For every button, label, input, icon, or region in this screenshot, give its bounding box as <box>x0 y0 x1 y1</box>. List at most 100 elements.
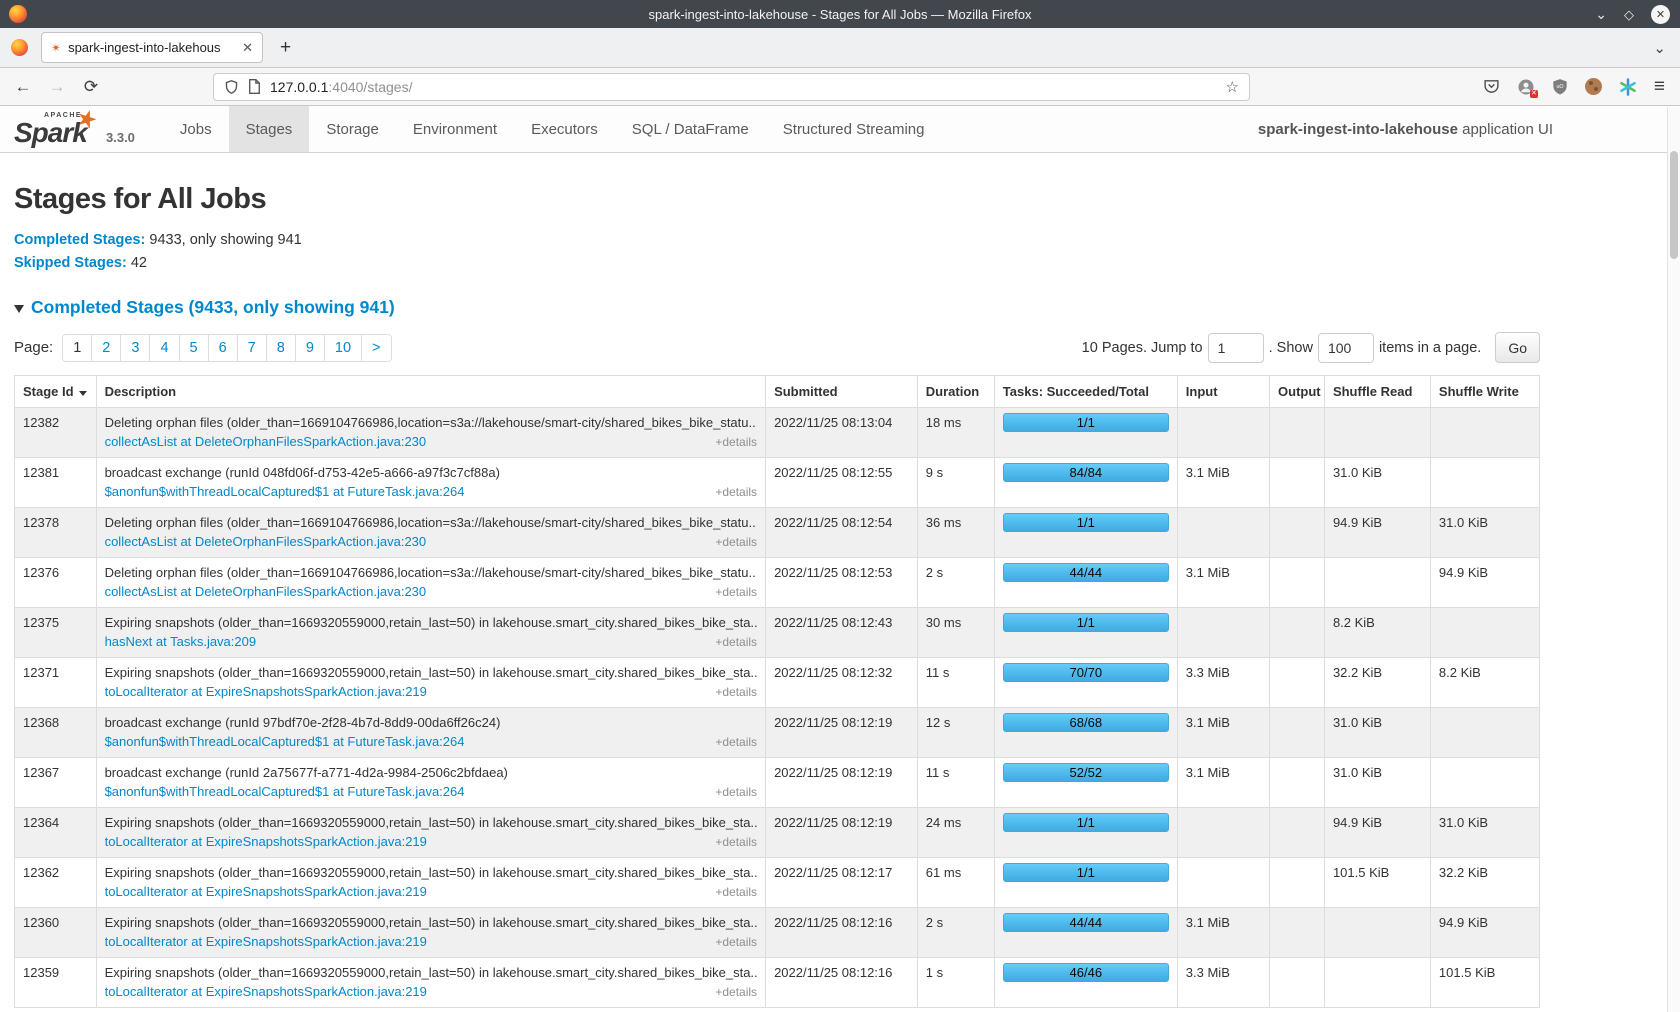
go-button[interactable]: Go <box>1495 332 1540 363</box>
details-toggle[interactable]: +details <box>715 633 757 652</box>
browser-tab[interactable]: ✴ spark-ingest-into-lakehous ✕ <box>41 32 263 63</box>
details-toggle[interactable]: +details <box>715 783 757 802</box>
shuffle-read-cell: 31.0 KiB <box>1324 458 1430 508</box>
output-cell <box>1270 758 1325 808</box>
page-item: 10 <box>325 334 362 362</box>
page-item: 6 <box>209 334 238 362</box>
page-button-10[interactable]: 10 <box>325 335 361 361</box>
column-header-input[interactable]: Input <box>1177 376 1269 408</box>
stage-detail-link[interactable]: toLocalIterator at ExpireSnapshotsSparkA… <box>105 832 427 851</box>
stage-detail-link[interactable]: $anonfun$withThreadLocalCaptured$1 at Fu… <box>105 482 465 501</box>
nav-tab-executors[interactable]: Executors <box>514 106 615 152</box>
stage-detail-link[interactable]: collectAsList at DeleteOrphanFilesSparkA… <box>105 432 427 451</box>
page-button-9[interactable]: 9 <box>296 335 324 361</box>
page-button-8[interactable]: 8 <box>267 335 295 361</box>
forward-button[interactable]: → <box>40 77 74 97</box>
details-toggle[interactable]: +details <box>715 583 757 602</box>
items-per-page-input[interactable] <box>1318 333 1374 363</box>
details-toggle[interactable]: +details <box>715 983 757 1002</box>
tab-close-icon[interactable]: ✕ <box>242 40 253 56</box>
stage-detail-link[interactable]: hasNext at Tasks.java:209 <box>105 632 257 651</box>
page-button-4[interactable]: 4 <box>150 335 178 361</box>
page-button-2[interactable]: 2 <box>92 335 120 361</box>
stage-detail-link[interactable]: $anonfun$withThreadLocalCaptured$1 at Fu… <box>105 782 465 801</box>
input-cell: 3.1 MiB <box>1177 708 1269 758</box>
details-toggle[interactable]: +details <box>715 883 757 902</box>
nav-tab-sql-dataframe[interactable]: SQL / DataFrame <box>615 106 766 152</box>
url-bar[interactable]: 127.0.0.1:4040/stages/ ☆ <box>213 73 1250 101</box>
output-cell <box>1270 508 1325 558</box>
column-header-output[interactable]: Output <box>1270 376 1325 408</box>
output-cell <box>1270 558 1325 608</box>
page-button-3[interactable]: 3 <box>121 335 149 361</box>
column-header-shuffle-read[interactable]: Shuffle Read <box>1324 376 1430 408</box>
stage-detail-link[interactable]: collectAsList at DeleteOrphanFilesSparkA… <box>105 582 427 601</box>
cookie-icon[interactable] <box>1585 78 1602 95</box>
stage-row-12360: 12360Expiring snapshots (older_than=1669… <box>15 908 1540 958</box>
submitted-cell: 2022/11/25 08:12:54 <box>766 508 918 558</box>
details-toggle[interactable]: +details <box>715 483 757 502</box>
details-toggle[interactable]: +details <box>715 533 757 552</box>
tabs-dropdown-icon[interactable]: ⌄ <box>1653 39 1666 57</box>
menu-hamburger-icon[interactable]: ≡ <box>1654 76 1665 98</box>
details-toggle[interactable]: +details <box>715 833 757 852</box>
output-cell <box>1270 408 1325 458</box>
column-header-tasks-succeeded-total[interactable]: Tasks: Succeeded/Total <box>994 376 1177 408</box>
column-header-description[interactable]: Description <box>96 376 765 408</box>
stage-description: Deleting orphan files (older_than=166910… <box>105 413 757 432</box>
section-title: Completed Stages (9433, only showing 941… <box>31 297 395 318</box>
input-cell: 3.3 MiB <box>1177 958 1269 1008</box>
column-header-shuffle-write[interactable]: Shuffle Write <box>1430 376 1539 408</box>
spark-logo[interactable]: APACHE Spark ★ <box>14 109 100 152</box>
stage-detail-link[interactable]: $anonfun$withThreadLocalCaptured$1 at Fu… <box>105 732 465 751</box>
column-header-duration[interactable]: Duration <box>917 376 994 408</box>
page-button-5[interactable]: 5 <box>180 335 208 361</box>
reload-button[interactable]: ⟳ <box>74 77 108 97</box>
bookmark-star-icon[interactable]: ☆ <box>1226 78 1239 96</box>
stage-detail-link[interactable]: toLocalIterator at ExpireSnapshotsSparkA… <box>105 882 427 901</box>
column-header-submitted[interactable]: Submitted <box>766 376 918 408</box>
shield-icon[interactable] <box>224 79 239 95</box>
skipped-stages-link[interactable]: Skipped Stages: <box>14 255 127 271</box>
stage-detail-link[interactable]: collectAsList at DeleteOrphanFilesSparkA… <box>105 532 427 551</box>
spark-navbar: APACHE Spark ★ 3.3.0 JobsStagesStorageEn… <box>0 106 1680 153</box>
details-toggle[interactable]: +details <box>715 433 757 452</box>
extension-asterisk-icon[interactable] <box>1619 78 1637 96</box>
completed-stages-section-header[interactable]: Completed Stages (9433, only showing 941… <box>14 297 1540 318</box>
shuffle-read-cell <box>1324 408 1430 458</box>
nav-tab-structured-streaming[interactable]: Structured Streaming <box>766 106 942 152</box>
jump-to-page-input[interactable] <box>1208 333 1264 363</box>
details-toggle[interactable]: +details <box>715 733 757 752</box>
page-button-6[interactable]: 6 <box>209 335 237 361</box>
nav-tab-jobs[interactable]: Jobs <box>163 106 229 152</box>
shuffle-write-cell <box>1430 608 1539 658</box>
ublock-shield-icon[interactable]: uO <box>1552 78 1568 95</box>
details-toggle[interactable]: +details <box>715 933 757 952</box>
stage-detail-link[interactable]: toLocalIterator at ExpireSnapshotsSparkA… <box>105 982 427 1001</box>
page-button-1[interactable]: 1 <box>63 335 91 361</box>
nav-tab-stages[interactable]: Stages <box>229 106 310 152</box>
submitted-cell: 2022/11/25 08:13:04 <box>766 408 918 458</box>
window-minimize-icon[interactable]: ⌄ <box>1595 7 1607 21</box>
window-maximize-icon[interactable]: ◇ <box>1624 8 1634 21</box>
scrollbar-thumb[interactable] <box>1670 151 1678 259</box>
next-page-button[interactable]: > <box>362 335 390 361</box>
nav-tab-environment[interactable]: Environment <box>396 106 514 152</box>
output-cell <box>1270 608 1325 658</box>
stage-row-12375: 12375Expiring snapshots (older_than=1669… <box>15 608 1540 658</box>
pocket-icon[interactable] <box>1483 78 1500 95</box>
stage-detail-link[interactable]: toLocalIterator at ExpireSnapshotsSparkA… <box>105 932 427 951</box>
page-scrollbar[interactable] <box>1667 107 1680 1012</box>
duration-cell: 36 ms <box>917 508 994 558</box>
stage-detail-link[interactable]: toLocalIterator at ExpireSnapshotsSparkA… <box>105 682 427 701</box>
new-tab-button[interactable]: + <box>280 37 291 59</box>
page-info-icon[interactable] <box>248 79 261 94</box>
column-header-stage-id[interactable]: Stage Id <box>15 376 97 408</box>
window-close-icon[interactable]: ✕ <box>1651 5 1670 24</box>
completed-stages-link[interactable]: Completed Stages: <box>14 232 145 248</box>
page-button-7[interactable]: 7 <box>238 335 266 361</box>
identity-icon[interactable]: ✕ <box>1517 78 1535 96</box>
back-button[interactable]: ← <box>6 77 40 97</box>
details-toggle[interactable]: +details <box>715 683 757 702</box>
nav-tab-storage[interactable]: Storage <box>309 106 396 152</box>
